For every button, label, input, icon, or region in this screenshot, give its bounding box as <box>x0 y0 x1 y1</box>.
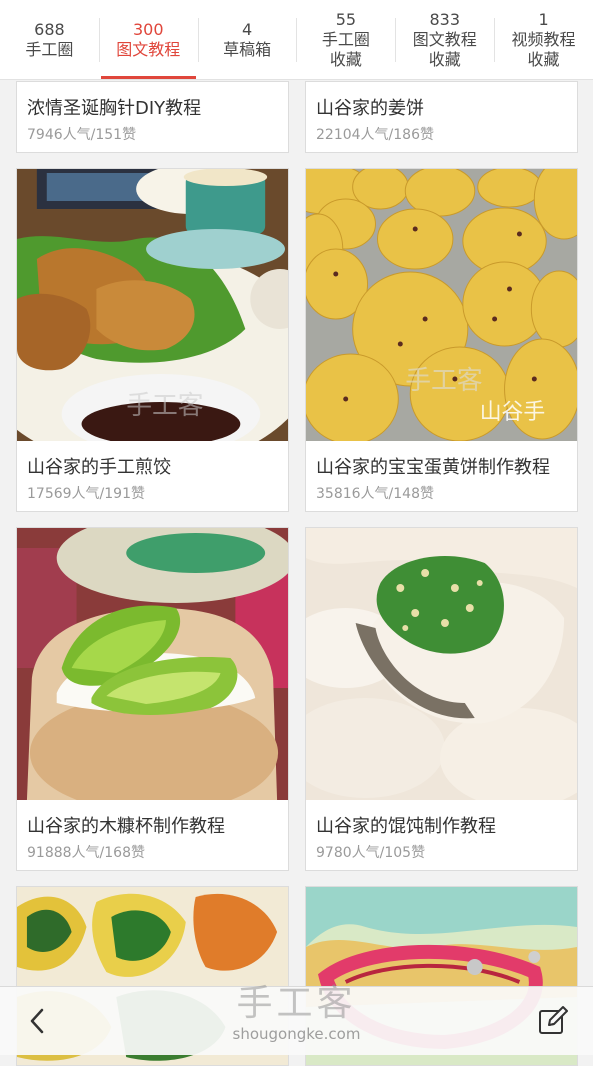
tutorial-card[interactable]: 山谷家的木糠杯制作教程 91888人气/168赞 <box>16 527 289 871</box>
card-meta: 7946人气/151赞 <box>27 127 137 143</box>
tutorial-card[interactable]: 手工客 山谷家的手工煎饺 17569人气/191赞 <box>16 168 289 512</box>
tutorial-card[interactable]: 山谷家的姜饼 22104人气/186赞 <box>305 81 578 153</box>
tab-tutorials[interactable]: 300 图文教程 <box>98 0 198 79</box>
chevron-left-icon <box>30 1008 44 1034</box>
tab-count: 688 <box>34 19 65 39</box>
back-button[interactable] <box>22 1005 54 1037</box>
edit-button[interactable] <box>535 1003 571 1039</box>
tutorial-card[interactable]: 手工客 山谷手 山谷家的宝宝蛋黄饼制作教程 35816人气/148赞 <box>305 168 578 512</box>
tutorial-card[interactable]: 浓情圣诞胸针DIY教程 7946人气/151赞 <box>16 81 289 153</box>
svg-text:手工客: 手工客 <box>126 391 203 421</box>
tab-tutorial-favorites[interactable]: 833 图文教程 收藏 <box>395 0 494 79</box>
svg-text:手工客: 手工客 <box>405 366 482 396</box>
tab-label: 视频教程 <box>511 29 576 49</box>
tab-count: 833 <box>429 9 460 29</box>
tab-video-favorites[interactable]: 1 视频教程 收藏 <box>494 0 593 79</box>
card-meta: 35816人气/148赞 <box>316 486 434 502</box>
watermark-domain: shougongke.com <box>232 1025 361 1043</box>
tab-label: 图文教程 <box>412 29 477 49</box>
tab-label: 手工圈 <box>25 39 74 59</box>
card-title: 山谷家的姜饼 <box>316 98 424 119</box>
watermark-logo-text: 手工客 <box>236 983 357 1024</box>
edit-pencil-icon <box>539 1006 568 1034</box>
tab-label: 草稿箱 <box>223 39 272 59</box>
card-title: 山谷家的馄饨制作教程 <box>316 816 496 837</box>
tab-label-sub: 收藏 <box>428 49 461 69</box>
card-photo-wonton <box>306 528 577 800</box>
card-meta: 22104人气/186赞 <box>316 127 434 143</box>
card-title: 浓情圣诞胸针DIY教程 <box>27 98 202 119</box>
card-meta: 9780人气/105赞 <box>316 845 426 861</box>
card-meta: 17569人气/191赞 <box>27 486 145 502</box>
card-photo-sawdust-cup <box>17 528 288 800</box>
tab-circle[interactable]: 688 手工圈 <box>0 0 99 79</box>
site-watermark: 手工客 shougongke.com <box>0 983 593 1043</box>
card-title: 山谷家的手工煎饺 <box>27 457 171 478</box>
card-photo-fried-dumplings: 手工客 <box>17 169 288 441</box>
tab-label-sub: 收藏 <box>527 49 560 69</box>
tab-label: 手工圈 <box>321 29 370 49</box>
tab-label: 图文教程 <box>116 39 181 59</box>
tab-circle-favorites[interactable]: 55 手工圈 收藏 <box>296 0 395 79</box>
tab-count: 1 <box>538 9 549 29</box>
tab-count: 300 <box>132 19 164 39</box>
tab-drafts[interactable]: 4 草稿箱 <box>197 0 297 79</box>
tab-count: 4 <box>241 19 253 39</box>
tab-count: 55 <box>335 9 357 29</box>
card-photo-egg-yolk-cookies: 手工客 山谷手 <box>306 169 577 441</box>
tab-bar: 688 手工圈 300 图文教程 4 草稿箱 55 手工圈 收藏 833 图文教… <box>0 0 593 80</box>
tutorial-card[interactable]: 山谷家的馄饨制作教程 9780人气/105赞 <box>305 527 578 871</box>
card-meta: 91888人气/168赞 <box>27 845 145 861</box>
tab-label-sub: 收藏 <box>329 49 362 69</box>
card-title: 山谷家的宝宝蛋黄饼制作教程 <box>316 457 550 478</box>
svg-text:山谷手: 山谷手 <box>480 400 545 425</box>
card-title: 山谷家的木糠杯制作教程 <box>27 816 225 837</box>
bottom-toolbar: 手工客 shougongke.com <box>0 983 593 1055</box>
